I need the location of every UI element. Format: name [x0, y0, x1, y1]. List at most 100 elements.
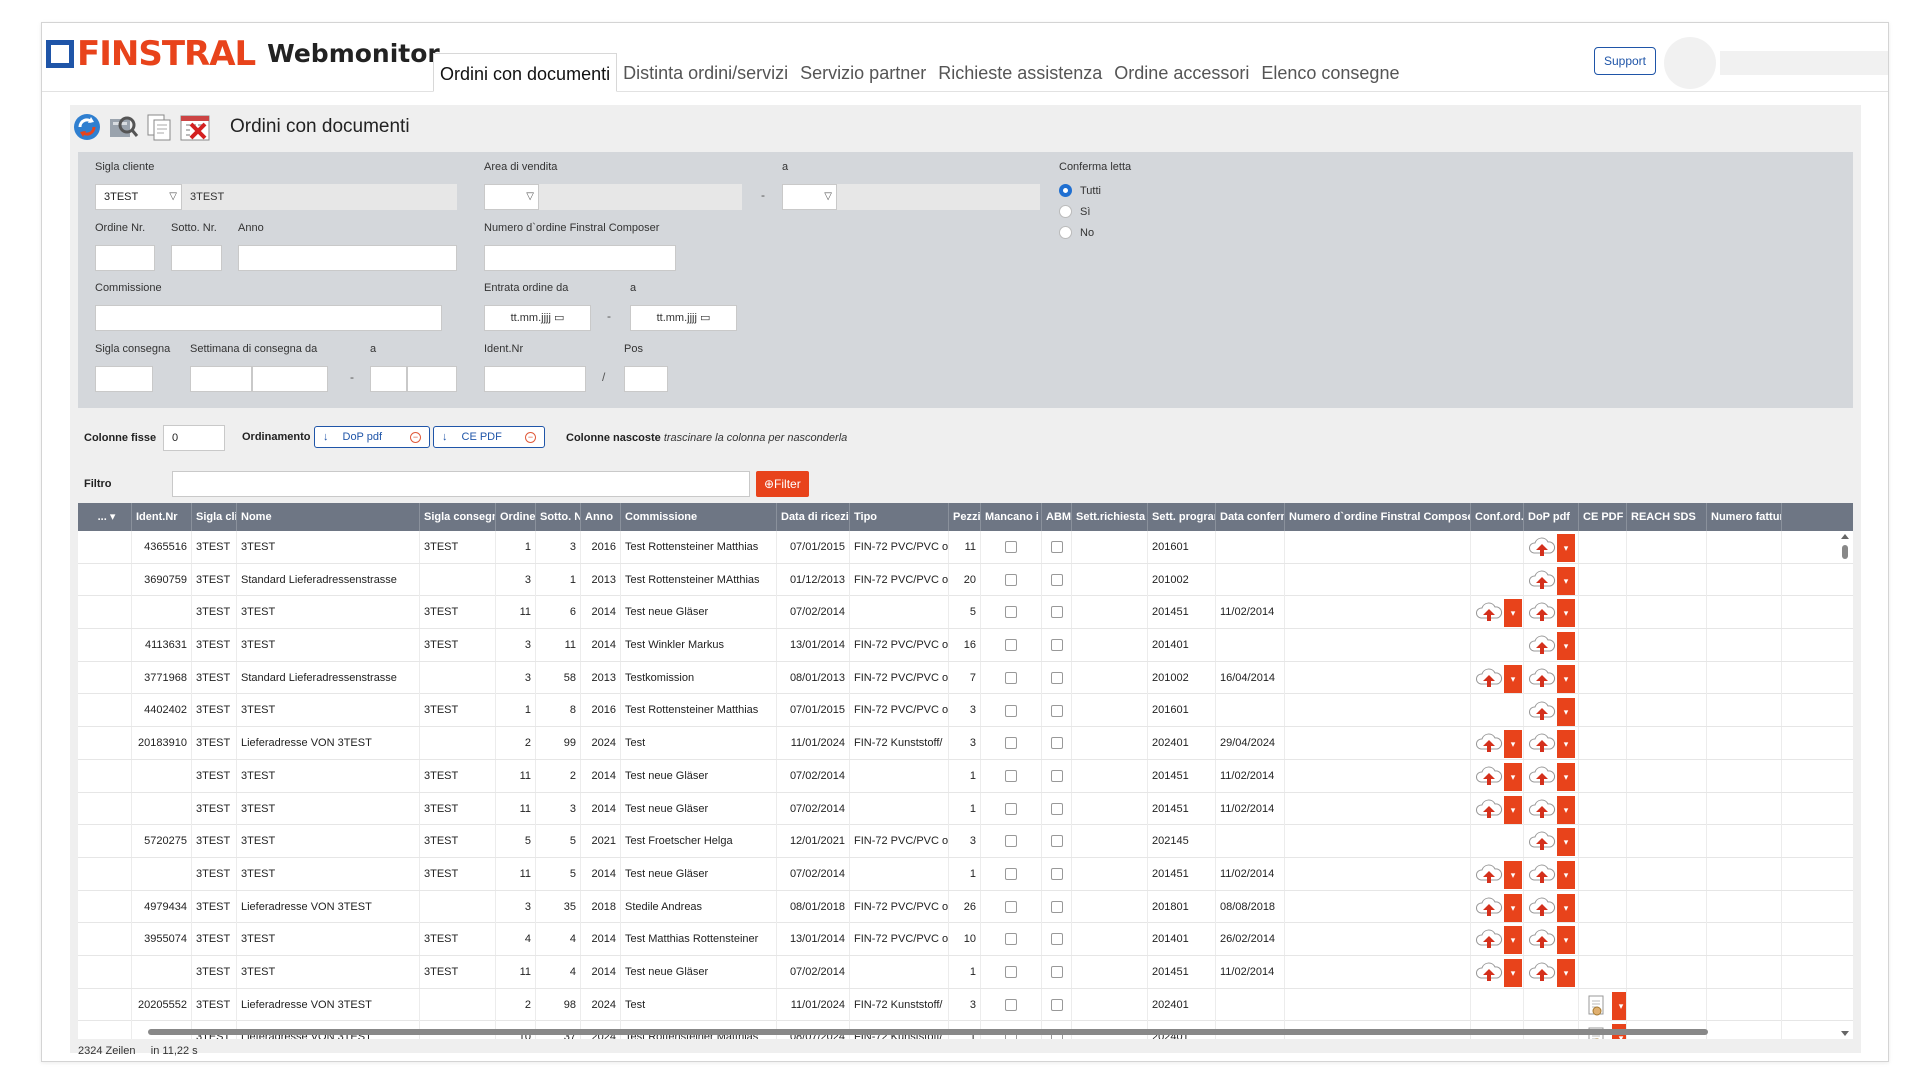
vertical-scrollbar[interactable] — [1839, 531, 1851, 1039]
sort-chip-ce-pdf[interactable]: ↓ CE PDF − — [433, 426, 545, 448]
dop-pdf-download-button[interactable]: ▾ — [1528, 566, 1575, 595]
conf-ord-download-button[interactable]: ▾ — [1475, 730, 1522, 759]
cloud-download-icon[interactable] — [1528, 895, 1556, 921]
column-header[interactable]: Commissione — [621, 503, 777, 531]
dropdown-arrow-icon[interactable]: ▾ — [1557, 959, 1575, 988]
column-header[interactable]: Sett.richiesta — [1072, 503, 1148, 531]
cloud-download-icon[interactable] — [1475, 666, 1503, 692]
dropdown-arrow-icon[interactable]: ▾ — [1504, 599, 1522, 628]
dropdown-arrow-icon[interactable]: ▾ — [1504, 959, 1522, 988]
conf-ord-download-button[interactable]: ▾ — [1475, 599, 1522, 628]
colonne-fisse-input[interactable]: 0 — [163, 425, 225, 451]
avatar[interactable] — [1664, 37, 1716, 89]
support-button[interactable]: Support — [1594, 47, 1656, 75]
dop-pdf-download-button[interactable]: ▾ — [1528, 795, 1575, 824]
dropdown-arrow-icon[interactable]: ▾ — [1557, 828, 1575, 857]
row-selector[interactable] — [78, 694, 132, 727]
cloud-download-icon[interactable] — [1475, 600, 1503, 626]
commissione-input[interactable] — [95, 305, 442, 331]
dop-pdf-download-button[interactable]: ▾ — [1528, 762, 1575, 791]
table-row[interactable]: 3TEST 3TEST 3TEST 11 3 2014 Test neue Gläser 07… — [78, 792, 1853, 826]
abm-checkbox[interactable] — [1050, 998, 1063, 1011]
horizontal-scrollbar[interactable] — [138, 1027, 1818, 1037]
abm-checkbox[interactable] — [1050, 606, 1063, 619]
calendar-icon[interactable]: ▭ — [554, 312, 564, 324]
row-selector[interactable] — [78, 890, 132, 923]
column-header[interactable]: Nome — [237, 503, 420, 531]
table-row[interactable]: 3771968 3TEST Standard Lieferadressenstras… — [78, 661, 1853, 695]
radio-no[interactable]: No — [1059, 226, 1094, 239]
row-selector[interactable] — [78, 661, 132, 694]
row-selector[interactable] — [78, 759, 132, 792]
sort-chip-dop-pdf[interactable]: ↓ DoP pdf − — [314, 426, 430, 448]
column-header[interactable]: Sigla consegn — [420, 503, 496, 531]
dop-pdf-download-button[interactable]: ▾ — [1528, 893, 1575, 922]
mancano-dettagli-checkbox[interactable] — [1005, 737, 1017, 750]
dropdown-arrow-icon[interactable]: ▾ — [1504, 730, 1522, 759]
anno-input[interactable] — [238, 245, 457, 271]
abm-checkbox[interactable] — [1050, 900, 1063, 913]
conf-ord-download-button[interactable]: ▾ — [1475, 664, 1522, 693]
pos-input[interactable] — [624, 366, 668, 392]
cloud-download-icon[interactable] — [1528, 829, 1556, 855]
column-header[interactable]: DoP pdf — [1524, 503, 1579, 531]
abm-checkbox[interactable] — [1050, 737, 1063, 750]
hidden-columns-zone[interactable]: Colonne nascoste trascinare la colonna p… — [566, 432, 847, 444]
radio-button[interactable] — [1059, 205, 1072, 218]
mancano-dettagli-checkbox[interactable] — [1005, 704, 1017, 717]
column-header[interactable]: Numero fattura — [1707, 503, 1782, 531]
remove-icon[interactable]: − — [410, 431, 421, 443]
cloud-download-icon[interactable] — [1475, 731, 1503, 757]
column-header[interactable]: Conf.ord. — [1471, 503, 1524, 531]
column-header[interactable]: Sigla clie — [192, 503, 237, 531]
mancano-dettagli-checkbox[interactable] — [1005, 900, 1017, 913]
row-selector[interactable] — [78, 1021, 132, 1039]
column-header[interactable]: CE PDF — [1579, 503, 1627, 531]
cloud-download-icon[interactable] — [1528, 862, 1556, 888]
tab-ordini-con-documenti[interactable]: Ordini con documenti — [433, 53, 618, 92]
column-header[interactable]: Numero d`ordine Finstral Compose — [1285, 503, 1471, 531]
dropdown-arrow-icon[interactable]: ▾ — [1504, 926, 1522, 955]
dropdown-arrow-icon[interactable]: ▾ — [1557, 730, 1575, 759]
abm-checkbox[interactable] — [1050, 541, 1063, 554]
dop-pdf-download-button[interactable]: ▾ — [1528, 926, 1575, 955]
cloud-download-icon[interactable] — [1528, 731, 1556, 757]
dropdown-arrow-icon[interactable]: ▾ — [1557, 534, 1575, 563]
sigla-consegna-input[interactable] — [95, 366, 153, 392]
dropdown-arrow-icon[interactable]: ▾ — [1504, 893, 1522, 922]
settimana-da-week[interactable] — [252, 366, 328, 392]
composer-input[interactable] — [484, 245, 676, 271]
cloud-download-icon[interactable] — [1528, 699, 1556, 725]
cloud-download-icon[interactable] — [1528, 600, 1556, 626]
ordine-nr-input[interactable] — [95, 245, 155, 271]
row-selector[interactable] — [78, 857, 132, 890]
scroll-thumb[interactable] — [148, 1029, 1708, 1035]
radio-button[interactable] — [1059, 226, 1072, 239]
column-header[interactable]: ABM — [1042, 503, 1072, 531]
radio-tutti[interactable]: Tutti — [1059, 184, 1101, 197]
abm-checkbox[interactable] — [1050, 639, 1063, 652]
table-row[interactable]: 3TEST 3TEST 3TEST 11 2 2014 Test neue Gläser 07… — [78, 759, 1853, 793]
cloud-download-icon[interactable] — [1528, 535, 1556, 561]
row-selector[interactable] — [78, 727, 132, 760]
mancano-dettagli-checkbox[interactable] — [1005, 671, 1017, 684]
remove-icon[interactable]: − — [525, 431, 536, 443]
mancano-dettagli-checkbox[interactable] — [1005, 541, 1017, 554]
dropdown-arrow-icon[interactable]: ▾ — [1557, 566, 1575, 595]
tab-ordine-accessori[interactable]: Ordine accessori — [1108, 53, 1255, 91]
column-header[interactable]: Data di ricezic — [777, 503, 850, 531]
conf-ord-download-button[interactable]: ▾ — [1475, 893, 1522, 922]
conf-ord-download-button[interactable]: ▾ — [1475, 959, 1522, 988]
dropdown-arrow-icon[interactable]: ▾ — [1557, 795, 1575, 824]
settimana-a-week[interactable] — [407, 366, 457, 392]
dropdown-arrow-icon[interactable]: ▾ — [1557, 926, 1575, 955]
column-header[interactable]: Ordine — [496, 503, 536, 531]
table-row[interactable]: 4979434 3TEST Lieferadresse VON 3TEST 3 35 20… — [78, 890, 1853, 924]
dop-pdf-download-button[interactable]: ▾ — [1528, 860, 1575, 889]
dropdown-arrow-icon[interactable]: ▾ — [1557, 664, 1575, 693]
entrata-da-date[interactable]: tt.mm.jjjj ▭ — [484, 305, 591, 331]
column-header[interactable]: Anno — [581, 503, 621, 531]
table-row[interactable]: 20205552 3TEST Lieferadresse VON 3TEST 2 98 2… — [78, 988, 1853, 1022]
mancano-dettagli-checkbox[interactable] — [1005, 802, 1017, 815]
cloud-download-icon[interactable] — [1528, 633, 1556, 659]
